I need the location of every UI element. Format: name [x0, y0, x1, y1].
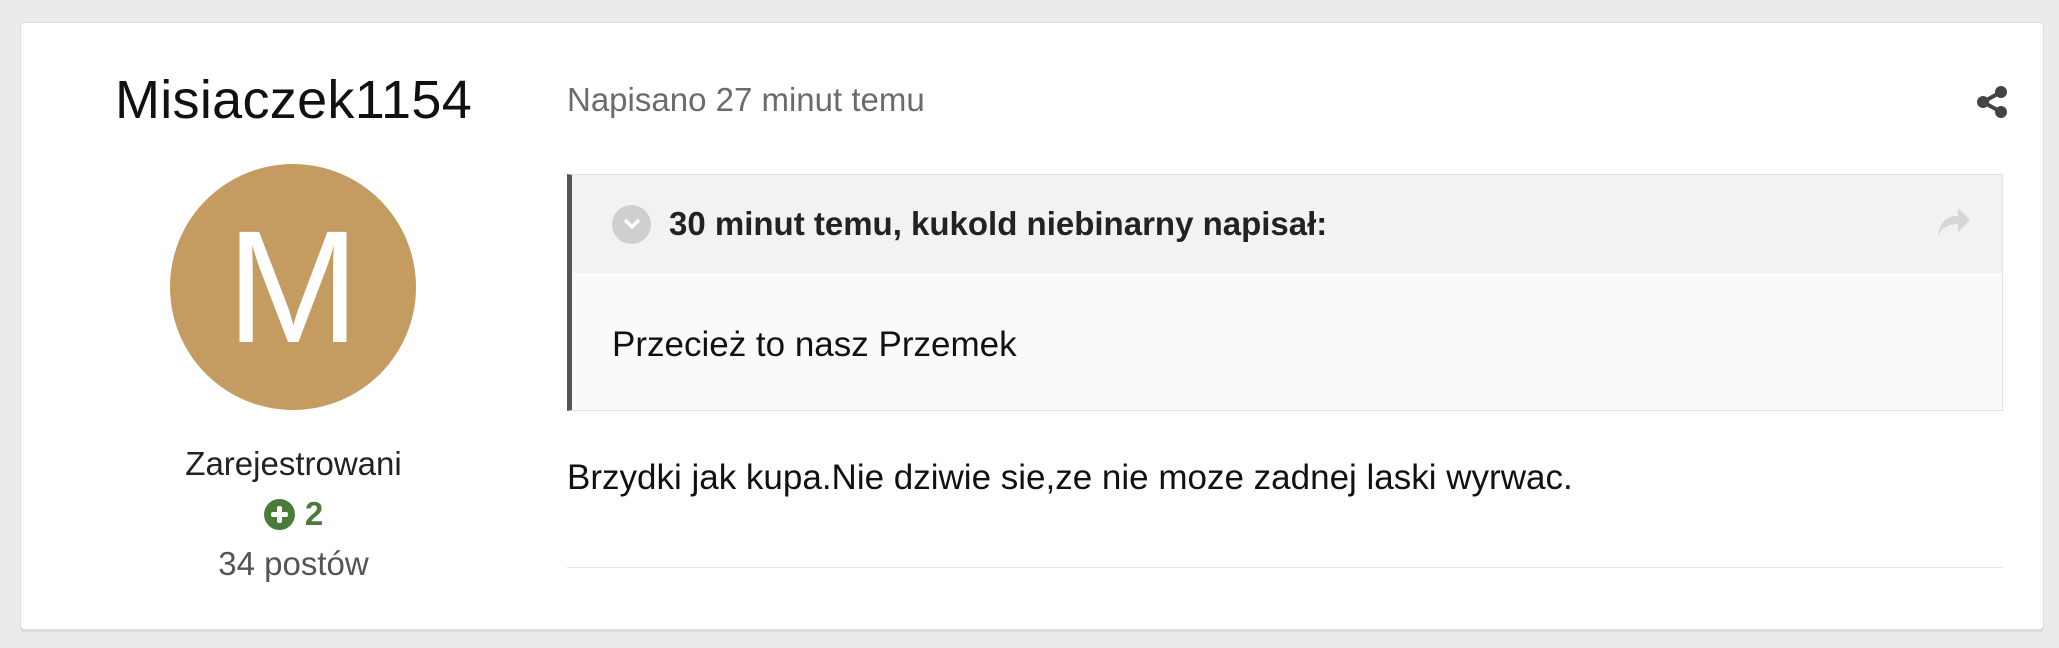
quote-citation: 30 minut temu, kukold niebinarny napisał… [669, 205, 1328, 242]
author-panel: Misiaczek1154 M Zarejestrowani 2 34 post… [21, 23, 566, 629]
author-name[interactable]: Misiaczek1154 [21, 69, 566, 131]
reputation-count: 2 [304, 495, 324, 532]
post-divider [567, 567, 2003, 568]
quote-block: 30 minut temu, kukold niebinarny napisał… [567, 174, 2003, 411]
share-icon[interactable] [1975, 85, 2009, 119]
quote-text: Przecież to nasz Przemek [612, 325, 1017, 364]
post-content: Napisano 27 minut temu 30 minut temu, ku… [567, 23, 2023, 629]
post-text: Brzydki jak kupa.Nie dziwie sie,ze nie m… [567, 458, 1573, 497]
chevron-down-icon[interactable] [612, 204, 651, 244]
post-timestamp[interactable]: Napisano 27 minut temu [567, 81, 925, 119]
plus-circle-icon [263, 498, 295, 530]
reputation-badge[interactable]: 2 [21, 495, 566, 533]
forum-post: Misiaczek1154 M Zarejestrowani 2 34 post… [20, 22, 2044, 630]
avatar[interactable]: M [170, 164, 416, 410]
forward-arrow-icon[interactable] [1934, 203, 1972, 241]
avatar-letter: M [226, 197, 360, 376]
page: Misiaczek1154 M Zarejestrowani 2 34 post… [0, 0, 2059, 648]
posts-count: 34 postów [218, 545, 369, 582]
user-group: Zarejestrowani [185, 445, 402, 482]
quote-header: 30 minut temu, kukold niebinarny napisał… [572, 175, 2002, 273]
